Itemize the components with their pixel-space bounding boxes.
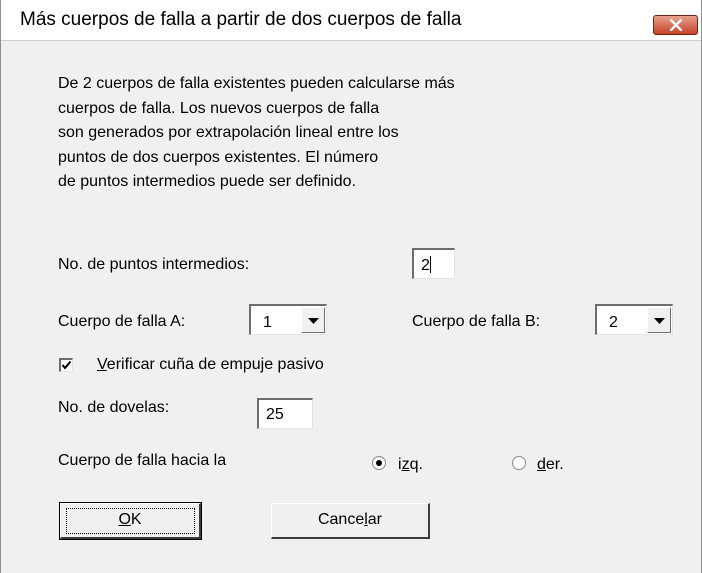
text-cursor (429, 256, 431, 273)
direction-left-label-accel: z (401, 456, 410, 473)
chevron-down-icon (654, 318, 665, 324)
direction-right-label-accel: d (537, 456, 546, 473)
description-line: puntos de dos cuerpos existentes. El núm… (58, 148, 379, 166)
cancel-button-text-end: ar (367, 511, 383, 528)
direction-right-label[interactable]: der. (537, 456, 564, 474)
intermediate-points-label: No. de puntos intermedios: (58, 256, 250, 273)
body-b-label: Cuerpo de falla B: (412, 313, 541, 330)
description-line: son generados por extrapolación lineal e… (58, 124, 399, 141)
body-b-dropdown[interactable]: 2 (595, 304, 673, 335)
body-b-dropdown-button[interactable] (647, 307, 671, 333)
focus-rectangle (66, 508, 195, 534)
close-button[interactable] (653, 15, 698, 35)
body-a-value: 1 (263, 314, 272, 331)
body-a-label: Cuerpo de falla A: (58, 313, 186, 330)
body-a-dropdown[interactable]: 1 (249, 304, 327, 335)
description-line: cuerpos de falla. Los nuevos cuerpos de … (58, 99, 380, 117)
body-a-dropdown-button[interactable] (301, 307, 325, 333)
passive-wedge-checkbox[interactable] (59, 358, 73, 372)
dialog-window: Más cuerpos de falla a partir de dos cue… (0, 0, 702, 573)
passive-wedge-label-text: erificar cuña de empuje pasivo (106, 356, 324, 373)
body-b-value: 2 (609, 314, 618, 331)
intermediate-points-input[interactable]: 2 (412, 248, 455, 279)
slices-value: 25 (266, 406, 284, 423)
cancel-button[interactable]: Cancelar (271, 503, 430, 539)
radio-selected-dot (376, 460, 382, 466)
cancel-button-text-start: Cance (317, 511, 365, 528)
description-line: De 2 cuerpos de falla existentes pueden … (58, 75, 455, 92)
intermediate-points-value: 2 (421, 257, 430, 274)
close-x-icon (669, 19, 683, 31)
direction-right-label-text: er. (545, 456, 564, 473)
cancel-button-label: Cancelar (318, 511, 382, 528)
description-line: de puntos intermedios puede ser definido… (58, 173, 356, 190)
description-text: De 2 cuerpos de falla existentes pueden … (58, 72, 618, 195)
chevron-down-icon (308, 318, 319, 324)
direction-left-label[interactable]: izq. (398, 456, 423, 474)
direction-right-radio[interactable] (512, 456, 526, 470)
slices-label: No. de dovelas: (58, 399, 170, 416)
passive-wedge-label[interactable]: Verificar cuña de empuje pasivo (97, 356, 324, 374)
passive-wedge-label-accel: V (97, 356, 107, 373)
title-bar[interactable]: Más cuerpos de falla a partir de dos cue… (1, 0, 701, 41)
checkmark-icon (61, 360, 72, 370)
direction-left-radio[interactable] (372, 456, 386, 470)
slices-input[interactable]: 25 (257, 398, 313, 429)
direction-label: Cuerpo de falla hacia la (58, 452, 227, 469)
direction-left-label-rest: q. (409, 456, 423, 473)
window-title: Más cuerpos de falla a partir de dos cue… (20, 9, 462, 30)
